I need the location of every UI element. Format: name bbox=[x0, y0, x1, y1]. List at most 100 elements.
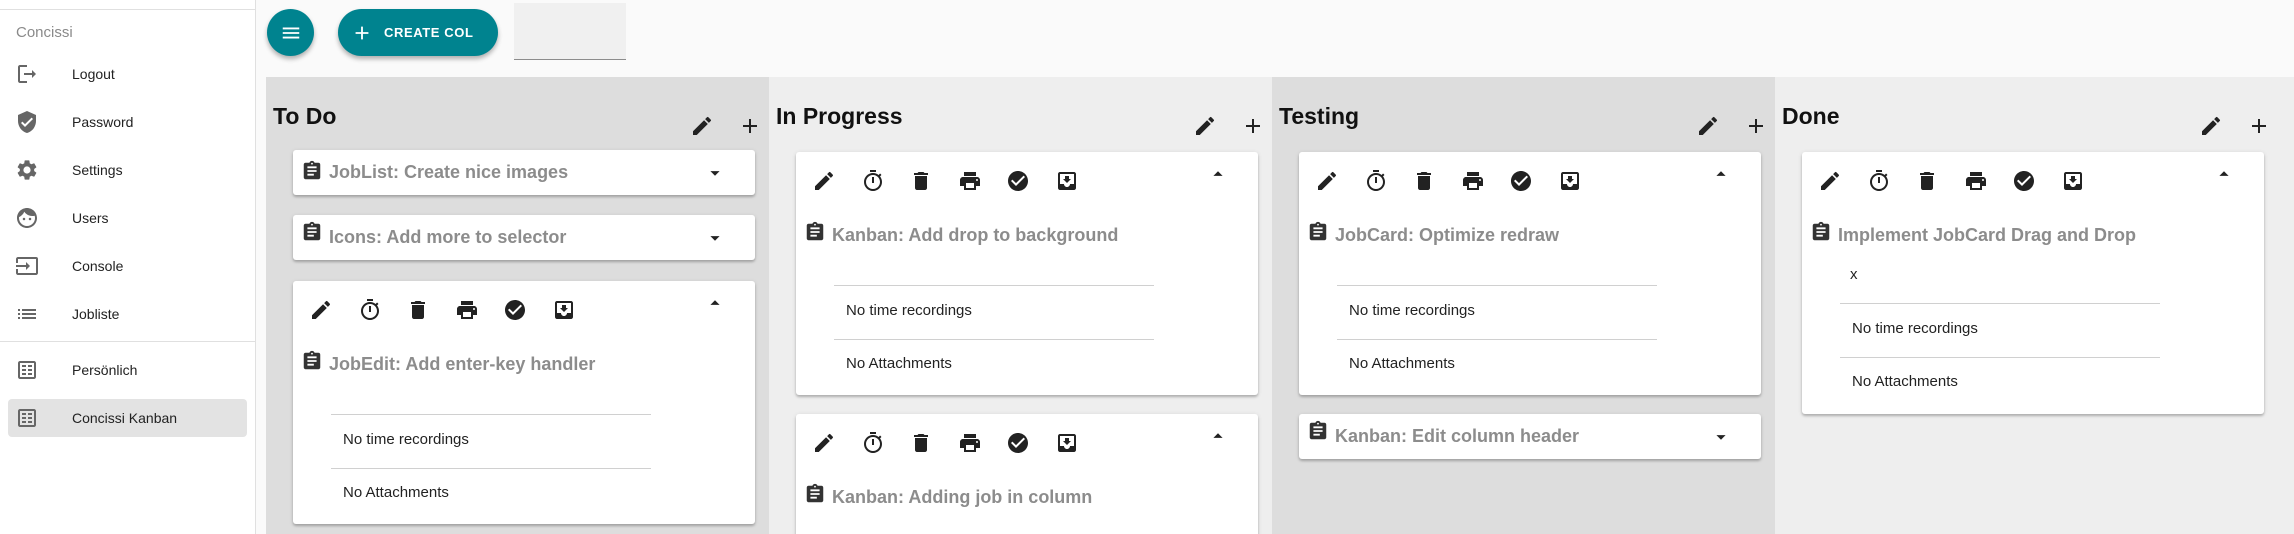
create-col-label: CREATE COL bbox=[384, 25, 474, 40]
app-brand: Concissi bbox=[0, 9, 255, 45]
sidebar-item-label: Console bbox=[72, 258, 124, 274]
menu-button[interactable] bbox=[267, 9, 314, 56]
edit-column-icon[interactable] bbox=[1696, 114, 1720, 138]
add-job-icon[interactable] bbox=[1744, 114, 1768, 138]
job-card[interactable]: JobList: Create nice images bbox=[293, 150, 755, 195]
divider bbox=[331, 468, 651, 469]
create-col-button[interactable]: CREATE COL bbox=[338, 9, 498, 56]
attachments-text: No Attachments bbox=[1852, 373, 1958, 390]
expand-icon[interactable] bbox=[704, 162, 726, 184]
edit-icon[interactable] bbox=[1315, 169, 1339, 193]
time-recordings-text: No time recordings bbox=[343, 431, 469, 448]
delete-icon[interactable] bbox=[1915, 169, 1939, 193]
check-circle-icon[interactable] bbox=[1006, 431, 1030, 455]
column-testing: Testing JobCard: Optimize redraw No time… bbox=[1272, 77, 1775, 534]
clipboard-icon bbox=[301, 160, 323, 182]
job-card-toolbar bbox=[812, 169, 1103, 193]
column-in-progress: In Progress Kanban: Add drop to backgrou… bbox=[769, 77, 1272, 534]
collapse-icon[interactable] bbox=[704, 292, 726, 314]
sidebar-item-label: Jobliste bbox=[72, 306, 120, 322]
print-icon[interactable] bbox=[958, 431, 982, 455]
job-card[interactable]: Icons: Add more to selector bbox=[293, 215, 755, 260]
edit-column-icon[interactable] bbox=[690, 114, 714, 138]
clipboard-icon bbox=[804, 483, 826, 505]
sidebar-divider bbox=[0, 341, 255, 342]
delete-icon[interactable] bbox=[909, 431, 933, 455]
edit-column-icon[interactable] bbox=[2199, 114, 2223, 138]
archive-icon[interactable] bbox=[552, 298, 576, 322]
attachments-text: No Attachments bbox=[343, 484, 449, 501]
check-circle-icon[interactable] bbox=[2012, 169, 2036, 193]
check-circle-icon[interactable] bbox=[1509, 169, 1533, 193]
edit-icon[interactable] bbox=[309, 298, 333, 322]
column-title: In Progress bbox=[776, 103, 903, 129]
sidebar-item-logout[interactable]: Logout bbox=[8, 55, 247, 93]
job-card-toolbar bbox=[1818, 169, 2109, 193]
print-icon[interactable] bbox=[1964, 169, 1988, 193]
print-icon[interactable] bbox=[1461, 169, 1485, 193]
column-title: Testing bbox=[1279, 103, 1360, 129]
delete-icon[interactable] bbox=[909, 169, 933, 193]
sidebar: Concissi Logout Password Settings Users … bbox=[0, 0, 256, 534]
collapse-icon[interactable] bbox=[1207, 425, 1229, 447]
timer-icon[interactable] bbox=[1364, 169, 1388, 193]
check-circle-icon[interactable] bbox=[1006, 169, 1030, 193]
column-title: To Do bbox=[273, 103, 337, 129]
job-card-title: Kanban: Add drop to background bbox=[832, 225, 1119, 245]
expand-icon[interactable] bbox=[1710, 426, 1732, 448]
timer-icon[interactable] bbox=[1867, 169, 1891, 193]
sidebar-item-console[interactable]: Console bbox=[8, 247, 247, 285]
column-todo: To Do JobList: Create nice images Icons:… bbox=[266, 77, 769, 534]
delete-icon[interactable] bbox=[1412, 169, 1436, 193]
edit-icon[interactable] bbox=[812, 169, 836, 193]
archive-icon[interactable] bbox=[2061, 169, 2085, 193]
edit-icon[interactable] bbox=[1818, 169, 1842, 193]
sidebar-item-label: Users bbox=[72, 210, 109, 226]
delete-icon[interactable] bbox=[406, 298, 430, 322]
print-icon[interactable] bbox=[958, 169, 982, 193]
sidebar-item-label: Persönlich bbox=[72, 362, 138, 378]
check-circle-icon[interactable] bbox=[503, 298, 527, 322]
edit-icon[interactable] bbox=[812, 431, 836, 455]
divider bbox=[834, 339, 1154, 340]
divider bbox=[331, 414, 651, 415]
expand-icon[interactable] bbox=[704, 227, 726, 249]
job-card-title: JobList: Create nice images bbox=[329, 162, 569, 182]
sidebar-item-jobliste[interactable]: Jobliste bbox=[8, 295, 247, 333]
sidebar-item-users[interactable]: Users bbox=[8, 199, 247, 237]
job-card-expanded: Kanban: Add drop to background No time r… bbox=[796, 152, 1258, 395]
column-done: Done Implement JobCard Drag and Drop x N… bbox=[1775, 77, 2294, 534]
board-icon bbox=[15, 358, 39, 382]
edit-column-icon[interactable] bbox=[1193, 114, 1217, 138]
sidebar-item-password[interactable]: Password bbox=[8, 103, 247, 141]
archive-icon[interactable] bbox=[1558, 169, 1582, 193]
sidebar-item-settings[interactable]: Settings bbox=[8, 151, 247, 189]
divider bbox=[1840, 303, 2160, 304]
collapse-icon[interactable] bbox=[1710, 163, 1732, 185]
list-icon bbox=[15, 302, 39, 326]
archive-icon[interactable] bbox=[1055, 169, 1079, 193]
sidebar-item-label: Concissi Kanban bbox=[72, 410, 178, 426]
add-job-icon[interactable] bbox=[1241, 114, 1265, 138]
clipboard-icon bbox=[1810, 221, 1832, 243]
column-name-input[interactable] bbox=[514, 3, 626, 60]
timer-icon[interactable] bbox=[358, 298, 382, 322]
collapse-icon[interactable] bbox=[2213, 163, 2235, 185]
shield-icon bbox=[15, 110, 39, 134]
sidebar-item-persoenlich[interactable]: Persönlich bbox=[8, 351, 247, 389]
timer-icon[interactable] bbox=[861, 169, 885, 193]
sidebar-item-concissi-kanban[interactable]: Concissi Kanban bbox=[8, 399, 247, 437]
job-card-title: JobCard: Optimize redraw bbox=[1335, 225, 1560, 245]
collapse-icon[interactable] bbox=[1207, 163, 1229, 185]
clipboard-icon bbox=[1307, 420, 1329, 442]
job-card[interactable]: Kanban: Edit column header bbox=[1299, 414, 1761, 459]
timer-icon[interactable] bbox=[861, 431, 885, 455]
add-job-icon[interactable] bbox=[738, 114, 762, 138]
job-card-toolbar bbox=[812, 431, 1103, 455]
archive-icon[interactable] bbox=[1055, 431, 1079, 455]
add-job-icon[interactable] bbox=[2247, 114, 2271, 138]
clipboard-icon bbox=[301, 350, 323, 372]
gear-icon bbox=[15, 158, 39, 182]
attachments-text: No Attachments bbox=[846, 355, 952, 372]
print-icon[interactable] bbox=[455, 298, 479, 322]
